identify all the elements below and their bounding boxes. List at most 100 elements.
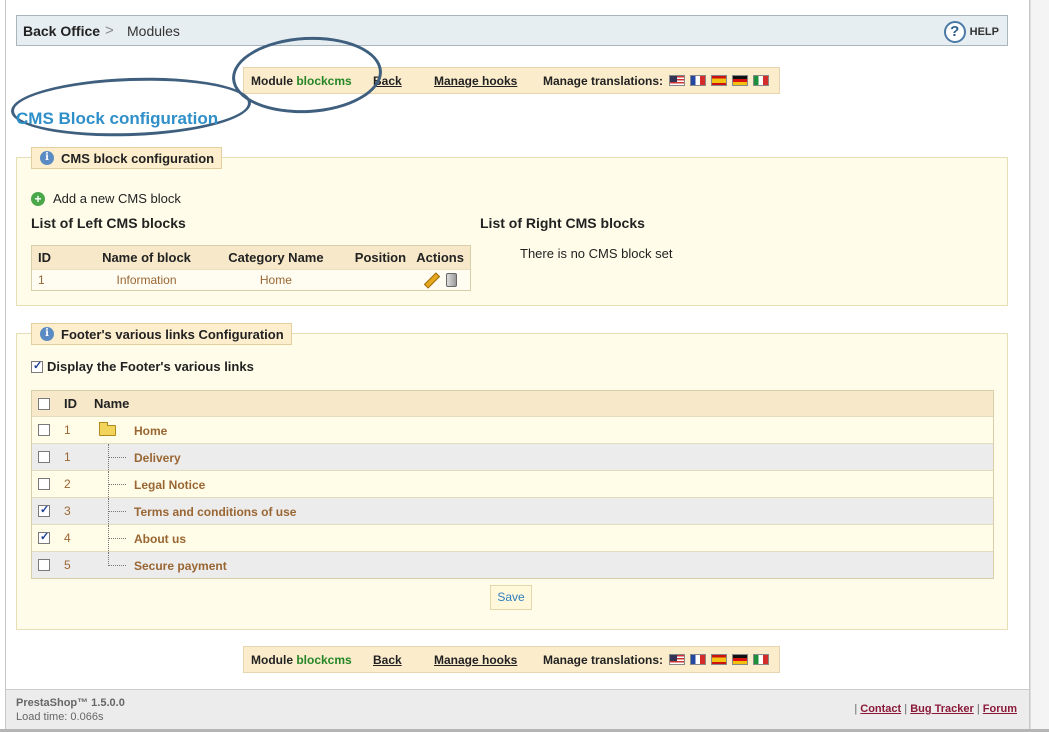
row-name[interactable]: Terms and conditions of use <box>134 505 296 519</box>
delete-icon[interactable] <box>445 273 457 287</box>
de-flag-icon[interactable] <box>732 654 748 665</box>
row-name[interactable]: Legal Notice <box>134 478 205 492</box>
manage-hooks-link[interactable]: Manage hooks <box>434 653 517 667</box>
footer-links-legend: i Footer's various links Configuration <box>31 323 292 345</box>
contact-link[interactable]: Contact <box>860 703 901 715</box>
footer-links: | Contact | Bug Tracker | Forum <box>854 703 1017 715</box>
row-id: 2 <box>64 477 71 491</box>
row-checkbox[interactable] <box>38 478 50 490</box>
display-footer-links-checkbox[interactable] <box>31 359 43 373</box>
select-all-checkbox[interactable] <box>38 397 50 410</box>
fr-flag-icon[interactable] <box>690 75 706 86</box>
row-id: 1 <box>38 273 45 287</box>
translation-flags <box>669 654 769 665</box>
table-header: ID Name of block Category Name Position … <box>32 246 470 269</box>
tree-line <box>108 552 109 566</box>
breadcrumb-bar: Back Office > Modules ? HELP <box>16 15 1008 46</box>
row-category: Home <box>259 273 292 287</box>
table-row: 1 Delivery <box>32 443 993 470</box>
forum-link[interactable]: Forum <box>983 703 1017 715</box>
right-list-title: List of Right CMS blocks <box>480 215 645 231</box>
table-header: ID Name <box>32 391 993 416</box>
row-name[interactable]: About us <box>134 532 186 546</box>
row-checkbox[interactable] <box>38 451 50 463</box>
module-label: Module <box>251 653 293 667</box>
folder-icon <box>99 422 116 436</box>
cms-block-legend-text: CMS block configuration <box>61 151 215 166</box>
help-button[interactable]: ? HELP <box>943 20 999 44</box>
bug-tracker-link[interactable]: Bug Tracker <box>910 703 974 715</box>
row-name[interactable]: Delivery <box>134 451 181 465</box>
module-name: blockcms <box>296 74 352 88</box>
add-icon: + <box>31 191 45 206</box>
row-checkbox[interactable] <box>38 559 50 571</box>
help-label: HELP <box>969 26 999 38</box>
help-icon: ? <box>943 21 966 43</box>
back-link[interactable]: Back <box>373 653 402 667</box>
column-category: Category Name <box>228 250 324 265</box>
add-cms-block-label: Add a new CMS block <box>53 191 181 206</box>
page-title: CMS Block configuration <box>16 109 219 128</box>
module-toolbar-bottom: Module blockcms Back Manage hooks Manage… <box>243 646 780 673</box>
table-row: 4 About us <box>32 524 993 551</box>
table-row: 1 Home <box>32 416 993 443</box>
row-name[interactable]: Home <box>134 424 167 438</box>
row-id: 3 <box>64 504 71 518</box>
manage-translations-label: Manage translations: <box>543 74 664 88</box>
left-list-title: List of Left CMS blocks <box>31 215 186 231</box>
fr-flag-icon[interactable] <box>690 654 706 665</box>
us-flag-icon[interactable] <box>669 654 685 665</box>
us-flag-icon[interactable] <box>669 75 685 86</box>
tree-branch <box>108 538 126 539</box>
es-flag-icon[interactable] <box>711 654 727 665</box>
manage-hooks-link[interactable]: Manage hooks <box>434 74 517 88</box>
footer-links-table: ID Name 1 Home 1 Delivery 2 Legal Notice… <box>31 390 994 579</box>
display-footer-links-label[interactable]: Display the Footer's various links <box>47 359 254 374</box>
translation-flags <box>669 75 769 86</box>
column-position: Position <box>354 250 407 265</box>
breadcrumb-separator: > <box>105 22 114 39</box>
footer-links-fieldset: i Footer's various links Configuration D… <box>16 323 1008 630</box>
footer-links-legend-text: Footer's various links Configuration <box>61 327 284 342</box>
page-footer: PrestaShop™ 1.5.0.0 Load time: 0.066s | … <box>6 689 1029 732</box>
info-icon: i <box>40 151 54 165</box>
column-id: ID <box>38 250 51 265</box>
tree-branch <box>108 565 126 566</box>
de-flag-icon[interactable] <box>732 75 748 86</box>
row-name: Information <box>116 273 177 287</box>
it-flag-icon[interactable] <box>753 75 769 86</box>
es-flag-icon[interactable] <box>711 75 727 86</box>
row-id: 1 <box>64 450 71 464</box>
it-flag-icon[interactable] <box>753 654 769 665</box>
info-icon: i <box>40 327 54 341</box>
column-name: Name of block <box>102 250 191 265</box>
row-checkbox[interactable] <box>38 424 50 436</box>
right-empty-message: There is no CMS block set <box>520 246 673 261</box>
module-label: Module <box>251 74 293 88</box>
edit-icon[interactable] <box>424 273 438 287</box>
footer-version: PrestaShop™ 1.5.0.0 <box>16 697 125 709</box>
display-footer-links: Display the Footer's various links <box>31 359 254 374</box>
breadcrumb-root[interactable]: Back Office <box>23 23 100 39</box>
tree-branch <box>108 457 126 458</box>
cms-block-legend: i CMS block configuration <box>31 147 223 169</box>
cms-block-fieldset: i CMS block configuration + Add a new CM… <box>16 147 1008 306</box>
manage-translations-label: Manage translations: <box>543 653 664 667</box>
table-row: 2 Legal Notice <box>32 470 993 497</box>
row-id: 4 <box>64 531 71 545</box>
column-name: Name <box>94 396 130 411</box>
footer-load-time: Load time: 0.066s <box>16 711 104 723</box>
tree-branch <box>108 511 126 512</box>
row-id: 1 <box>64 423 71 437</box>
back-link[interactable]: Back <box>373 74 402 88</box>
row-name[interactable]: Secure payment <box>134 559 227 573</box>
save-button[interactable]: Save <box>490 585 532 610</box>
row-checkbox[interactable] <box>38 503 50 517</box>
table-row: 3 Terms and conditions of use <box>32 497 993 524</box>
row-actions <box>410 273 470 287</box>
table-row: 1 Information Home <box>32 269 470 290</box>
column-id: ID <box>64 396 77 411</box>
row-checkbox[interactable] <box>38 530 50 544</box>
tree-branch <box>108 484 126 485</box>
add-cms-block-link[interactable]: + Add a new CMS block <box>31 191 181 206</box>
